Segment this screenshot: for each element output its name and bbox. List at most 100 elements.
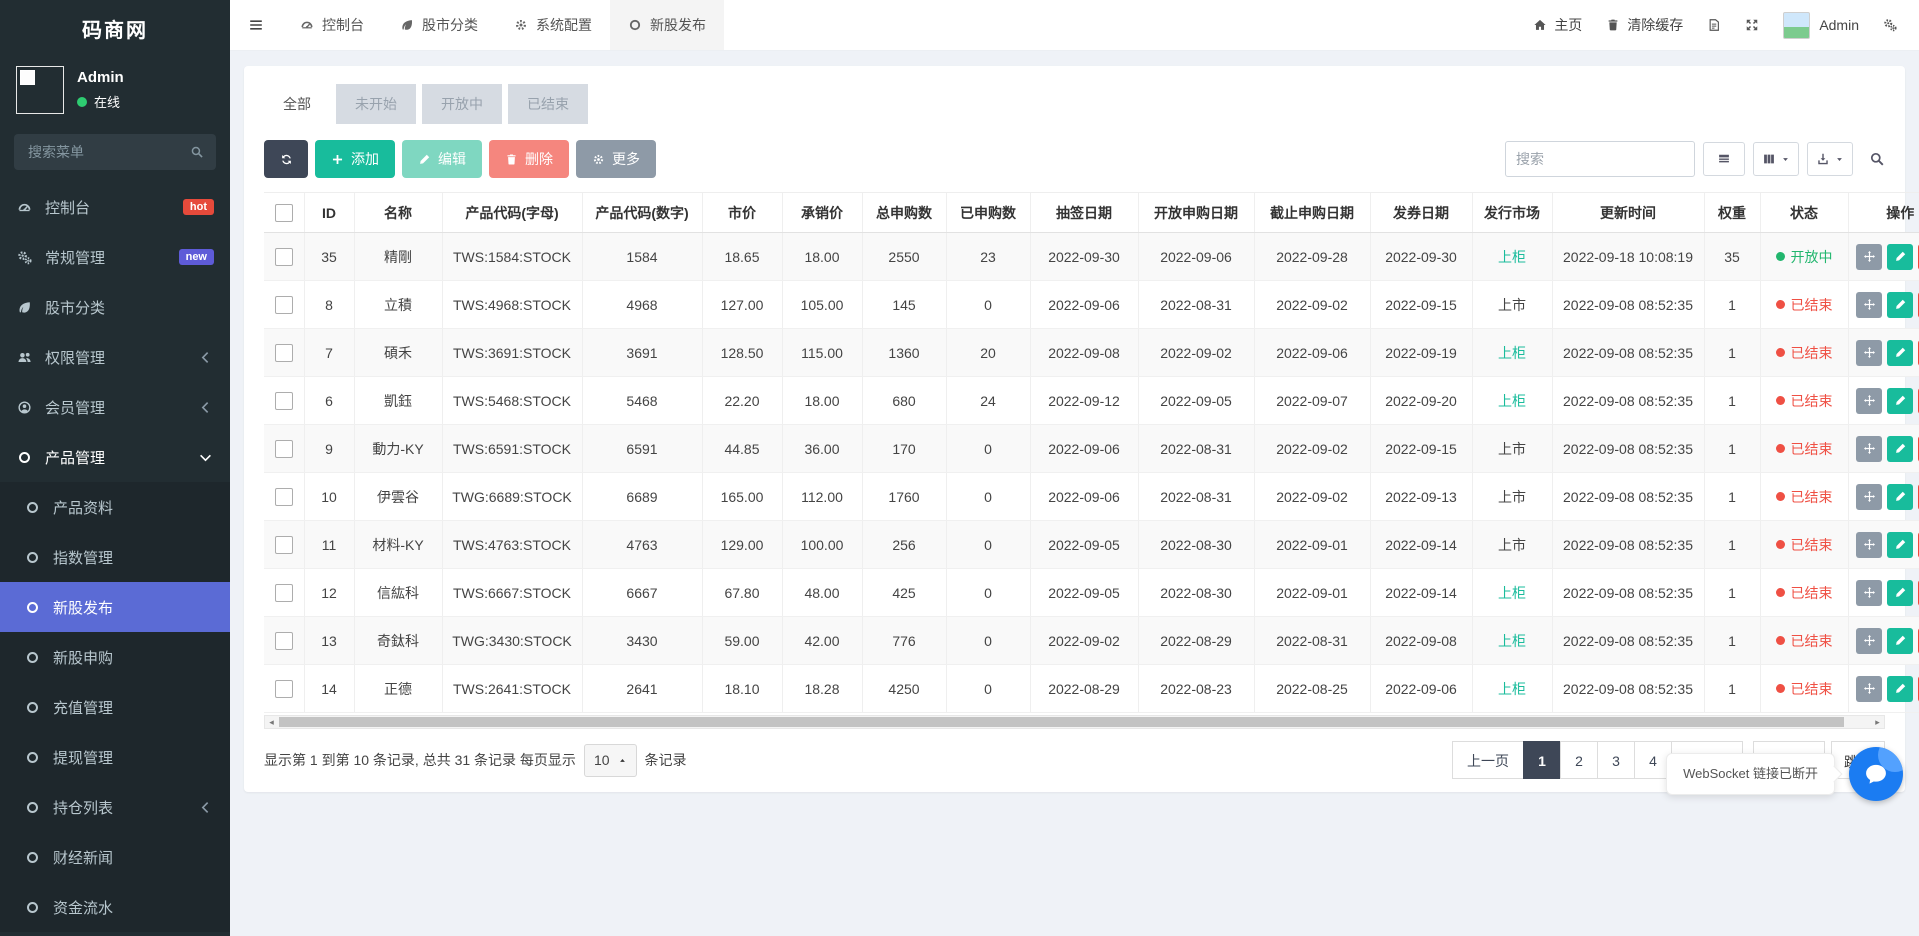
sidebar-item-5[interactable]: 产品管理 bbox=[0, 432, 230, 482]
column-issue_date[interactable]: 发券日期 bbox=[1370, 193, 1472, 233]
user-menu[interactable]: Admin bbox=[1783, 12, 1859, 39]
column-name[interactable]: 名称 bbox=[354, 193, 442, 233]
clear-cache-link[interactable]: 清除缓存 bbox=[1606, 15, 1683, 35]
sidebar-item-6[interactable]: 产品资料 bbox=[0, 482, 230, 532]
row-edit-button[interactable] bbox=[1887, 340, 1913, 366]
tab-0[interactable]: 全部 bbox=[264, 84, 330, 124]
column-underwrite_price[interactable]: 承销价 bbox=[782, 193, 862, 233]
sidebar-item-1[interactable]: 常规管理new bbox=[0, 232, 230, 282]
row-move-button[interactable] bbox=[1856, 532, 1882, 558]
market-link[interactable]: 上柜 bbox=[1498, 393, 1526, 409]
row-checkbox[interactable] bbox=[275, 344, 293, 362]
column-price[interactable]: 市价 bbox=[702, 193, 782, 233]
row-edit-button[interactable] bbox=[1887, 628, 1913, 654]
prev-page-button[interactable]: 上一页 bbox=[1452, 741, 1524, 779]
document-button[interactable] bbox=[1707, 18, 1721, 32]
row-checkbox[interactable] bbox=[275, 248, 293, 266]
column-status[interactable]: 状态 bbox=[1760, 193, 1848, 233]
row-checkbox[interactable] bbox=[275, 680, 293, 698]
topnav-item-2[interactable]: 系统配置 bbox=[496, 0, 610, 50]
tab-3[interactable]: 已结束 bbox=[508, 84, 588, 124]
scroll-left-arrow-icon[interactable]: ◂ bbox=[265, 716, 278, 728]
column-close_date[interactable]: 截止申购日期 bbox=[1254, 193, 1370, 233]
market-link[interactable]: 上市 bbox=[1498, 441, 1526, 457]
column-updated_at[interactable]: 更新时间 bbox=[1552, 193, 1704, 233]
row-checkbox[interactable] bbox=[275, 536, 293, 554]
scroll-right-arrow-icon[interactable]: ▸ bbox=[1871, 716, 1884, 728]
settings-button[interactable] bbox=[1883, 18, 1897, 32]
row-edit-button[interactable] bbox=[1887, 244, 1913, 270]
row-checkbox[interactable] bbox=[275, 584, 293, 602]
column-code_num[interactable]: 产品代码(数字) bbox=[582, 193, 702, 233]
row-move-button[interactable] bbox=[1856, 388, 1882, 414]
row-edit-button[interactable] bbox=[1887, 436, 1913, 462]
row-edit-button[interactable] bbox=[1887, 580, 1913, 606]
sidebar-item-14[interactable]: 资金流水 bbox=[0, 882, 230, 932]
delete-button[interactable]: 删除 bbox=[489, 140, 569, 178]
toggle-view-button[interactable] bbox=[1703, 142, 1745, 176]
market-link[interactable]: 上柜 bbox=[1498, 633, 1526, 649]
market-link[interactable]: 上柜 bbox=[1498, 585, 1526, 601]
scrollbar-thumb[interactable] bbox=[279, 717, 1844, 727]
sidebar-item-8[interactable]: 新股发布 bbox=[0, 582, 230, 632]
sidebar-item-11[interactable]: 提现管理 bbox=[0, 732, 230, 782]
row-edit-button[interactable] bbox=[1887, 292, 1913, 318]
page-size-select[interactable]: 10 bbox=[584, 744, 637, 777]
row-edit-button[interactable] bbox=[1887, 532, 1913, 558]
column-draw_date[interactable]: 抽签日期 bbox=[1030, 193, 1138, 233]
sidebar-item-7[interactable]: 指数管理 bbox=[0, 532, 230, 582]
column-open_date[interactable]: 开放申购日期 bbox=[1138, 193, 1254, 233]
home-link[interactable]: 主页 bbox=[1533, 15, 1582, 35]
row-move-button[interactable] bbox=[1856, 628, 1882, 654]
market-link[interactable]: 上柜 bbox=[1498, 681, 1526, 697]
column-subscribed[interactable]: 已申购数 bbox=[946, 193, 1030, 233]
chat-widget-button[interactable] bbox=[1849, 747, 1903, 801]
fullscreen-button[interactable] bbox=[1745, 18, 1759, 32]
row-checkbox[interactable] bbox=[275, 296, 293, 314]
topnav-item-0[interactable]: 控制台 bbox=[282, 0, 382, 50]
export-button[interactable] bbox=[1807, 142, 1853, 176]
column-total_subscribe[interactable]: 总申购数 bbox=[862, 193, 946, 233]
sidebar-item-3[interactable]: 权限管理 bbox=[0, 332, 230, 382]
topnav-item-3[interactable]: 新股发布 bbox=[610, 0, 724, 50]
columns-button[interactable] bbox=[1753, 142, 1799, 176]
tab-2[interactable]: 开放中 bbox=[422, 84, 502, 124]
row-edit-button[interactable] bbox=[1887, 388, 1913, 414]
sidebar-item-0[interactable]: 控制台hot bbox=[0, 182, 230, 232]
sidebar-item-12[interactable]: 持仓列表 bbox=[0, 782, 230, 832]
sidebar-item-2[interactable]: 股市分类 bbox=[0, 282, 230, 332]
column-code_alpha[interactable]: 产品代码(字母) bbox=[442, 193, 582, 233]
row-move-button[interactable] bbox=[1856, 436, 1882, 462]
row-move-button[interactable] bbox=[1856, 292, 1882, 318]
sidebar-item-9[interactable]: 新股申购 bbox=[0, 632, 230, 682]
market-link[interactable]: 上市 bbox=[1498, 537, 1526, 553]
market-link[interactable]: 上市 bbox=[1498, 489, 1526, 505]
page-1-button[interactable]: 1 bbox=[1523, 741, 1561, 779]
row-move-button[interactable] bbox=[1856, 580, 1882, 606]
page-2-button[interactable]: 2 bbox=[1560, 741, 1598, 779]
market-link[interactable]: 上柜 bbox=[1498, 249, 1526, 265]
table-search-input[interactable] bbox=[1505, 141, 1695, 177]
sidebar-item-4[interactable]: 会员管理 bbox=[0, 382, 230, 432]
horizontal-scrollbar[interactable]: ◂ ▸ bbox=[264, 715, 1885, 729]
row-edit-button[interactable] bbox=[1887, 484, 1913, 510]
sidebar-toggle-button[interactable] bbox=[230, 0, 282, 50]
row-move-button[interactable] bbox=[1856, 340, 1882, 366]
sidebar-item-10[interactable]: 充值管理 bbox=[0, 682, 230, 732]
refresh-button[interactable] bbox=[264, 140, 308, 178]
sidebar-search-input[interactable] bbox=[26, 143, 190, 161]
edit-button[interactable]: 编辑 bbox=[402, 140, 482, 178]
row-edit-button[interactable] bbox=[1887, 676, 1913, 702]
row-checkbox[interactable] bbox=[275, 392, 293, 410]
row-checkbox[interactable] bbox=[275, 632, 293, 650]
column-weight[interactable]: 权重 bbox=[1704, 193, 1760, 233]
market-link[interactable]: 上市 bbox=[1498, 297, 1526, 313]
row-move-button[interactable] bbox=[1856, 484, 1882, 510]
page-3-button[interactable]: 3 bbox=[1597, 741, 1635, 779]
row-move-button[interactable] bbox=[1856, 244, 1882, 270]
row-checkbox[interactable] bbox=[275, 440, 293, 458]
column-id[interactable]: ID bbox=[304, 193, 354, 233]
select-all-checkbox[interactable] bbox=[264, 193, 304, 233]
market-link[interactable]: 上柜 bbox=[1498, 345, 1526, 361]
tab-1[interactable]: 未开始 bbox=[336, 84, 416, 124]
